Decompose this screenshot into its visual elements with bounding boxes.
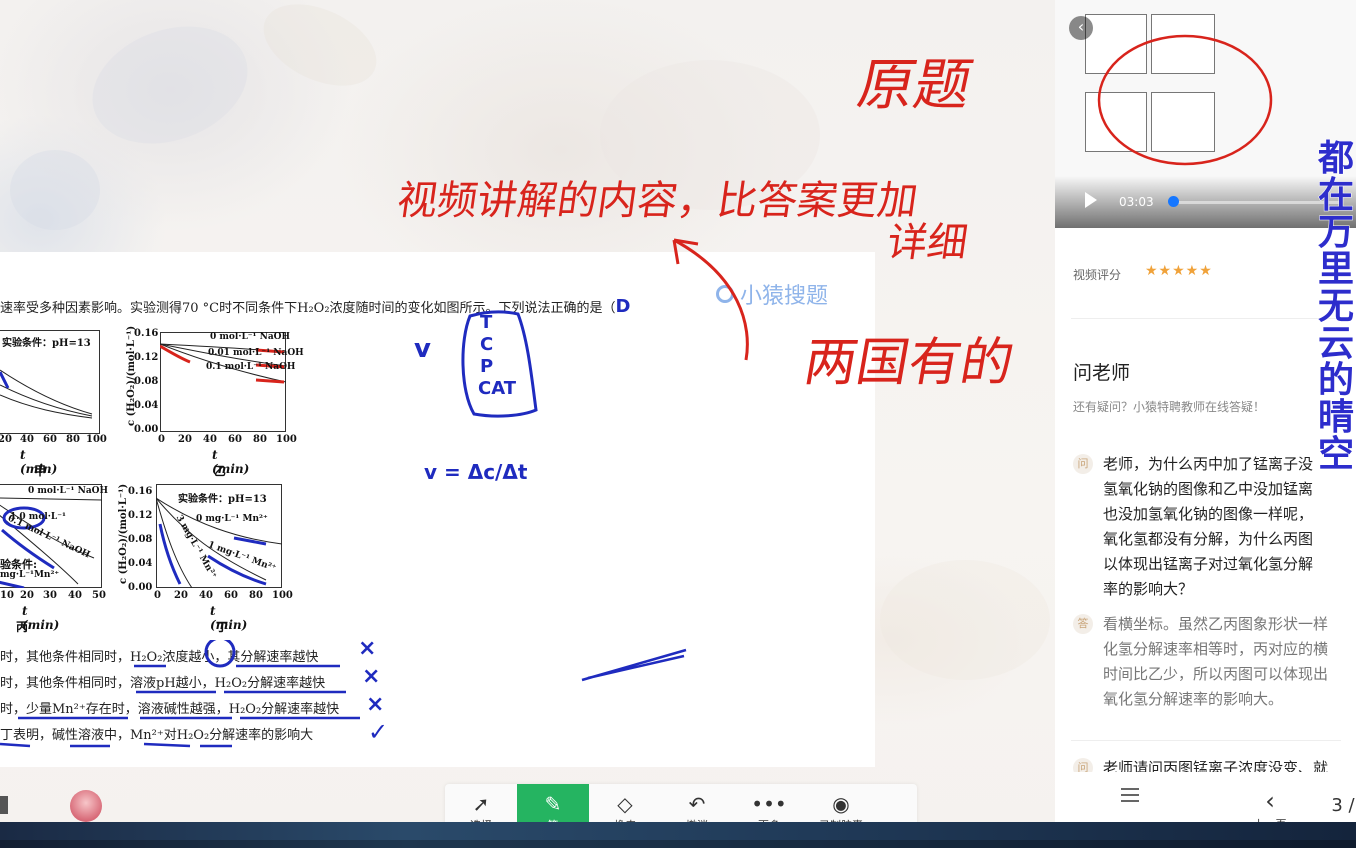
- annotation-v: v: [414, 334, 431, 364]
- annotation-list: T C P CAT: [478, 312, 517, 399]
- pen-icon: ✎: [544, 792, 562, 816]
- play-icon[interactable]: [1085, 192, 1097, 208]
- annotation-original: 原题: [852, 53, 978, 118]
- undo-icon: ↶: [688, 792, 706, 816]
- eraser-icon: ◇: [617, 792, 633, 816]
- avatar[interactable]: [70, 790, 102, 822]
- video-progress[interactable]: [1171, 201, 1341, 204]
- record-icon: ◉: [832, 792, 850, 816]
- graph-ding-curves: [156, 497, 282, 588]
- ask-teacher-subtitle: 还有疑问？小猿特聘教师在线答疑！: [1073, 400, 1266, 414]
- video-time: 03:03: [1119, 195, 1154, 209]
- graph-jia-curves: [0, 369, 93, 419]
- answer-badge: 答: [1073, 614, 1093, 634]
- chevron-left-icon: ‹: [1265, 787, 1275, 815]
- side-overlay-text: 都在万里无云的晴空: [1318, 138, 1355, 475]
- back-icon[interactable]: ‹: [1069, 16, 1093, 40]
- rating-label: 视频评分: [1073, 268, 1122, 282]
- qa-question: 老师，为什么丙中加了锰离子没 氢氧化钠的图像和乙中没加锰离 也没加氢氧化钠的图像…: [1103, 455, 1314, 598]
- annotation-formula: v = Δc/Δt: [424, 460, 528, 484]
- answer-mark: D: [615, 296, 631, 317]
- qa-answer: 看横坐标。虽然乙丙图象形状一样 化氢分解速率相等时，丙对应的横 时间比乙少，所以…: [1103, 615, 1329, 708]
- video-player[interactable]: ‹ 03:03: [1055, 0, 1356, 228]
- graph-yi-curves: [160, 343, 286, 384]
- question-badge: 问: [1073, 454, 1093, 474]
- tool-icon[interactable]: [0, 796, 8, 814]
- annotation-line1: 视频讲解的内容，比答案更加: [394, 178, 921, 224]
- star-rating[interactable]: ★★★★★: [1145, 263, 1213, 279]
- panel-footer: [1055, 772, 1356, 822]
- annotation-lower: 两国有的: [799, 333, 1019, 393]
- red-arrow: [672, 238, 749, 361]
- progress-handle[interactable]: [1168, 196, 1179, 207]
- blue-underlines: [0, 640, 360, 748]
- blue-stroke: [581, 648, 687, 682]
- annotation-line2: 详细: [884, 220, 971, 266]
- more-icon: •••: [751, 792, 787, 816]
- menu-icon[interactable]: [1121, 788, 1139, 802]
- ask-teacher-title: 问老师: [1073, 362, 1131, 384]
- side-panel: ‹ 03:03 视频评分 ★★★★★ 问老师 还有疑问？小猿特聘教师在线答疑！ …: [1055, 0, 1356, 822]
- cursor-icon: ➚: [472, 792, 490, 816]
